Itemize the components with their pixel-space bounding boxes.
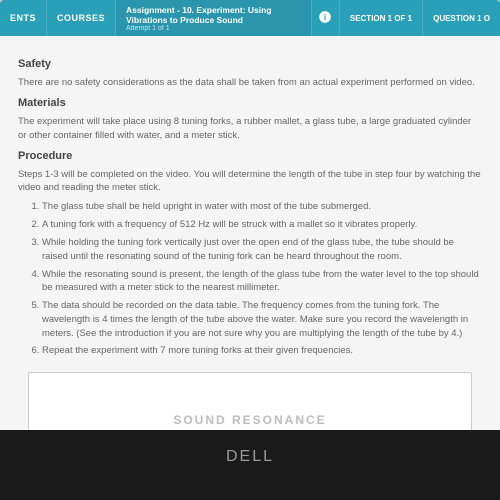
- info-icon: i: [318, 10, 332, 26]
- data-table-title: SOUND RESONANCE: [173, 413, 326, 430]
- question-indicator[interactable]: QUESTION 1 o: [422, 0, 500, 36]
- procedure-intro: Steps 1-3 will be completed on the video…: [18, 168, 482, 195]
- procedure-steps: The glass tube shall be held upright in …: [18, 200, 482, 358]
- info-button[interactable]: i: [311, 0, 339, 36]
- laptop-bezel: DELL: [0, 430, 500, 500]
- section-indicator[interactable]: SECTION 1 of 1: [339, 0, 422, 36]
- nav-assignments[interactable]: ENTS: [0, 0, 47, 36]
- assignment-header[interactable]: Assignment - 10. Experiment: Using Vibra…: [116, 0, 311, 36]
- materials-text: The experiment will take place using 8 t…: [18, 115, 482, 142]
- data-table-box: SOUND RESONANCE: [28, 372, 472, 430]
- device-brand: DELL: [226, 448, 274, 466]
- list-item: The data should be recorded on the data …: [42, 299, 482, 340]
- safety-heading: Safety: [18, 58, 482, 70]
- safety-text: There are no safety considerations as th…: [18, 76, 482, 89]
- app-screen: ENTS COURSES Assignment - 10. Experiment…: [0, 0, 500, 430]
- list-item: While holding the tuning fork vertically…: [42, 236, 482, 264]
- assignment-attempt: Attempt 1 of 1: [126, 25, 301, 32]
- procedure-heading: Procedure: [18, 150, 482, 162]
- list-item: While the resonating sound is present, t…: [42, 268, 482, 296]
- list-item: A tuning fork with a frequency of 512 Hz…: [42, 218, 482, 232]
- assignment-title: Assignment - 10. Experiment: Using Vibra…: [126, 5, 301, 25]
- assignment-content: Safety There are no safety consideration…: [0, 36, 500, 430]
- nav-courses[interactable]: COURSES: [47, 0, 116, 36]
- materials-heading: Materials: [18, 97, 482, 109]
- svg-text:i: i: [324, 13, 326, 22]
- list-item: The glass tube shall be held upright in …: [42, 200, 482, 214]
- top-nav-bar: ENTS COURSES Assignment - 10. Experiment…: [0, 0, 500, 36]
- list-item: Repeat the experiment with 7 more tuning…: [42, 344, 482, 358]
